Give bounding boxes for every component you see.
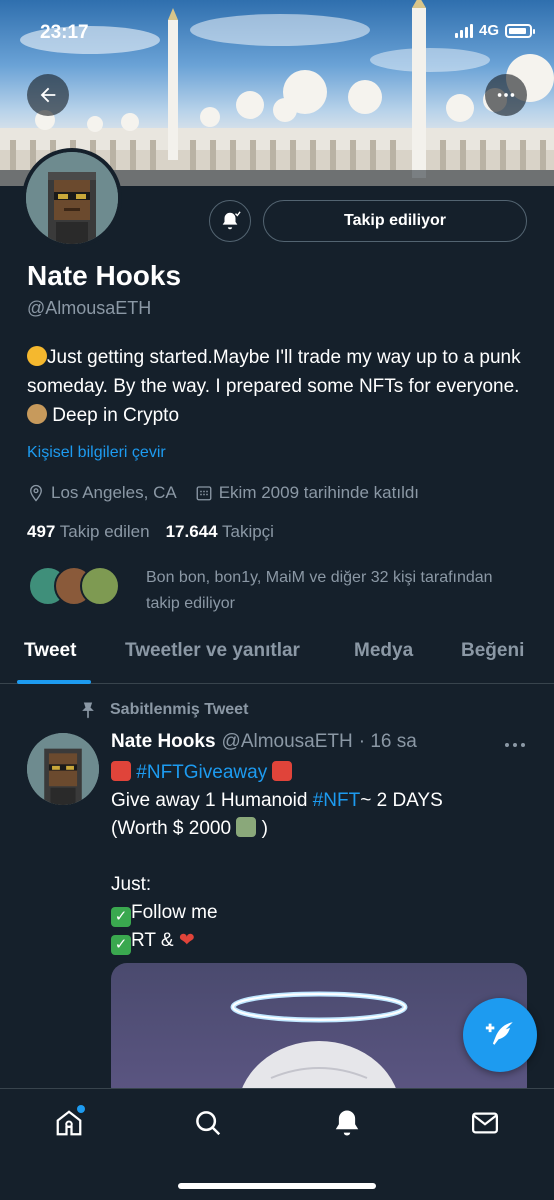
more-icon — [497, 93, 515, 97]
tweet-spacer — [111, 843, 531, 871]
tab-likes[interactable]: Beğeni — [461, 640, 524, 662]
calendar-icon — [196, 486, 212, 501]
tweet-line: ✓ Follow me — [111, 899, 531, 927]
signal-icon — [454, 23, 473, 38]
followers-count-link[interactable]: 17.644 Takipçi — [166, 522, 274, 542]
profile-name: Nate Hooks — [27, 260, 182, 291]
tweet-text: ~ 2 DAYS — [360, 790, 443, 811]
hashtag-link[interactable]: #NFTGiveaway — [136, 762, 267, 783]
tweet-author-handle: @AlmousaETH — [221, 731, 353, 752]
tweet-text: (Worth $ 2000 — [111, 818, 237, 839]
followers-label: Takipçi — [222, 522, 274, 541]
more-icon — [505, 743, 525, 747]
compose-icon — [485, 1022, 513, 1045]
pinned-text: Sabitlenmiş Tweet — [110, 701, 249, 718]
location-pin-icon — [30, 484, 42, 502]
network-label: 4G — [478, 22, 499, 39]
tweet-line: ✓ RT & ❤ — [111, 927, 531, 955]
followed-by-text[interactable]: Bon bon, bon1y, MaiM ve diğer 32 kişi ta… — [146, 565, 526, 617]
tweet-text: ) — [256, 818, 268, 839]
tweet-line: #NFTGiveaway — [111, 759, 531, 787]
money-emoji-icon — [236, 817, 257, 837]
avatar-image — [26, 152, 118, 244]
status-indicators: 4G — [454, 22, 535, 39]
check-emoji-icon: ✓ — [111, 907, 131, 927]
check-emoji-icon: ✓ — [111, 935, 131, 955]
pinned-label: Sabitlenmiş Tweet — [78, 700, 248, 720]
home-indicator — [178, 1183, 376, 1189]
tweet-author-avatar[interactable] — [27, 733, 99, 805]
hashtag-link[interactable]: #NFT — [313, 790, 361, 811]
tweet-text: RT & — [131, 930, 179, 951]
bio-end-text: Deep in Crypto — [52, 405, 180, 426]
joined-text: Ekim 2009 tarihinde katıldı — [218, 483, 420, 502]
following-button[interactable]: Takip ediliyor — [263, 200, 527, 242]
compose-tweet-button[interactable] — [463, 998, 537, 1072]
mail-icon — [472, 1112, 498, 1134]
pixel-avatar-image — [26, 152, 118, 244]
tweet-more-button[interactable] — [504, 733, 526, 756]
profile-tabs: Tweet Tweetler ve yanıtlar Medya Beğeni — [0, 630, 554, 684]
bell-icon — [222, 211, 241, 230]
tweet-text: Give away 1 Humanoid — [111, 790, 313, 811]
nav-notifications[interactable] — [327, 1103, 367, 1143]
tweet-author-name[interactable]: Nate Hooks — [111, 731, 216, 753]
back-button[interactable] — [27, 74, 69, 116]
tab-tweets-and-replies[interactable]: Tweetler ve yanıtlar — [125, 640, 300, 662]
pin-icon — [82, 702, 94, 719]
notifications-toggle-button[interactable] — [209, 200, 251, 242]
nav-home[interactable] — [49, 1103, 89, 1143]
tweet-line: Give away 1 Humanoid #NFT~ 2 DAYS — [111, 787, 531, 815]
followed-by-avatars[interactable] — [28, 566, 120, 606]
joined-item: Ekim 2009 tarihinde katıldı — [195, 483, 419, 503]
tweet-body: #NFTGiveaway Give away 1 Humanoid #NFT~ … — [111, 759, 531, 955]
follower-avatar — [80, 566, 120, 606]
tweet-text: Follow me — [131, 902, 218, 923]
sun-emoji-icon — [27, 346, 47, 366]
tab-media[interactable]: Medya — [354, 640, 413, 662]
location-text: Los Angeles, CA — [51, 483, 177, 502]
bell-icon — [335, 1110, 359, 1136]
siren-emoji-icon — [272, 761, 293, 781]
profile-meta: Los Angeles, CA Ekim 2009 tarihinde katı… — [27, 483, 419, 503]
nav-search[interactable] — [188, 1103, 228, 1143]
following-count: 497 — [27, 522, 56, 541]
profile-bio: Just getting started.Maybe I'll trade my… — [27, 343, 537, 430]
arrow-left-icon — [40, 87, 56, 103]
search-icon — [196, 1111, 221, 1136]
tweet-line: Just: — [111, 874, 152, 895]
more-options-button[interactable] — [485, 74, 527, 116]
tweet-time: · 16 sa — [358, 731, 417, 752]
tweet-header: Nate Hooks @AlmousaETH · 16 sa — [111, 731, 417, 753]
profile-handle: @AlmousaETH — [27, 298, 152, 318]
pixel-avatar-image — [27, 733, 99, 805]
follow-counts: 497 Takip edilen 17.644 Takipçi — [27, 522, 274, 542]
following-label: Takip edilen — [59, 522, 150, 541]
tweet-line: (Worth $ 2000 ) — [111, 815, 531, 843]
active-tab-indicator — [17, 680, 91, 684]
tab-tweets[interactable]: Tweet — [24, 640, 76, 662]
battery-icon — [505, 23, 535, 38]
followers-count: 17.644 — [165, 522, 218, 541]
monkey-emoji-icon — [27, 404, 47, 424]
siren-emoji-icon — [111, 761, 131, 781]
location-item: Los Angeles, CA — [27, 483, 177, 503]
new-content-dot — [77, 1105, 85, 1113]
profile-avatar[interactable] — [22, 148, 122, 248]
status-time: 23:17 — [40, 22, 89, 43]
bio-text: Just getting started.Maybe I'll trade my… — [27, 347, 521, 397]
translate-bio-link[interactable]: Kişisel bilgileri çevir — [27, 444, 166, 462]
nav-messages[interactable] — [465, 1103, 505, 1143]
heart-emoji-icon: ❤ — [178, 930, 195, 951]
following-count-link[interactable]: 497 Takip edilen — [27, 522, 150, 542]
